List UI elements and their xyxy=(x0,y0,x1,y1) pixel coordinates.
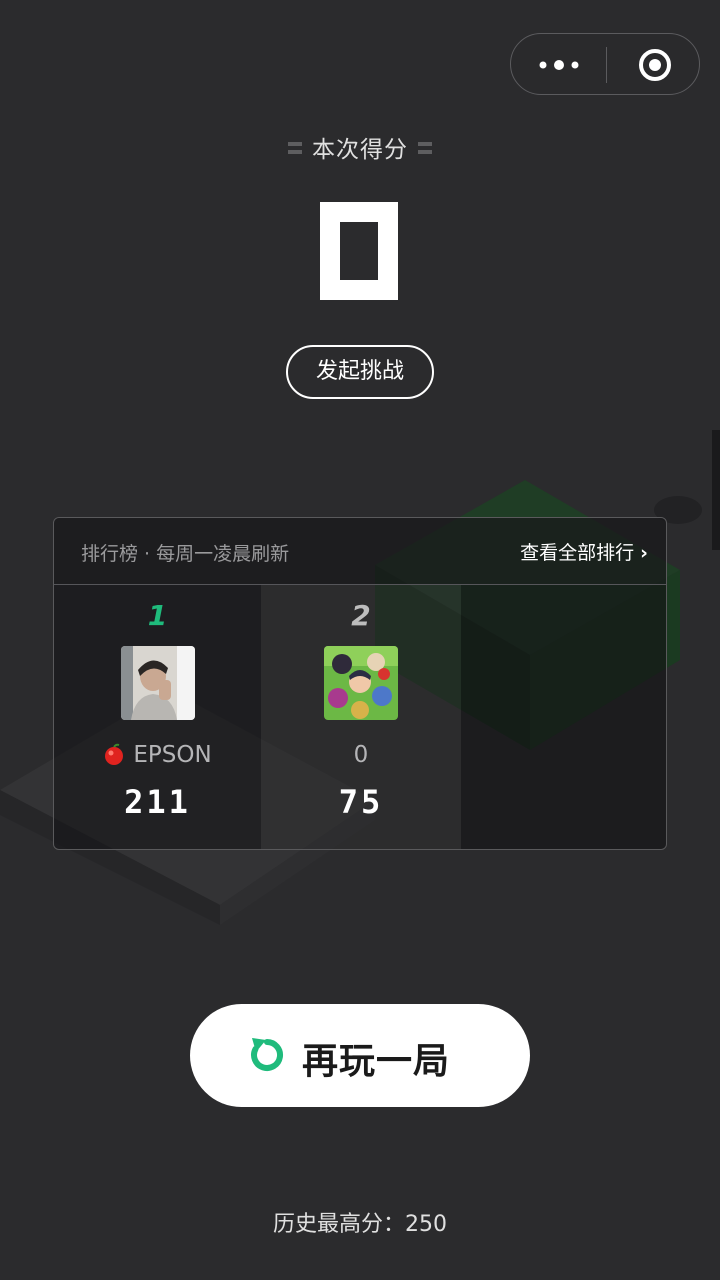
score-title: 本次得分 xyxy=(0,130,720,164)
leaderboard-entry[interactable]: 2 0 75 xyxy=(261,585,461,849)
entry-score: 211 xyxy=(124,783,191,821)
entry-name: EPSON xyxy=(54,742,261,768)
avatar xyxy=(120,646,195,720)
target-circle-icon[interactable] xyxy=(638,48,672,82)
apple-icon xyxy=(105,743,124,765)
more-dots-icon[interactable] xyxy=(539,56,579,74)
avatar xyxy=(324,646,398,720)
entry-rank: 2 xyxy=(351,599,371,632)
leaderboard-entry[interactable]: 1 EPSON 211 xyxy=(54,585,261,849)
view-all-label: 查看全部排行 xyxy=(520,542,635,564)
entry-rank: 1 xyxy=(147,599,168,632)
leaderboard-panel: 排行榜 · 每周一凌晨刷新 查看全部排行 › 1 EPSON 211 2 0 7… xyxy=(53,517,667,850)
mini-program-capsule xyxy=(510,33,700,95)
replay-label: 再玩一局 xyxy=(302,1041,451,1082)
leaderboard-title: 排行榜 · 每周一凌晨刷新 xyxy=(81,543,290,565)
view-all-rankings-link[interactable]: 查看全部排行 › xyxy=(520,538,648,565)
leaderboard-empty-slot xyxy=(461,585,666,849)
leaderboard-header: 排行榜 · 每周一凌晨刷新 查看全部排行 › xyxy=(54,518,666,585)
history-best-score: 历史最高分：250 xyxy=(273,1212,447,1237)
chevron-right-icon: › xyxy=(640,542,648,564)
challenge-button[interactable]: 发起挑战 xyxy=(286,345,434,399)
replay-button[interactable]: 再玩一局 xyxy=(190,1004,530,1107)
title-deco-right-icon xyxy=(418,141,432,154)
capsule-divider xyxy=(606,47,607,83)
replay-icon xyxy=(251,1038,284,1071)
entry-score: 75 xyxy=(338,783,384,821)
entry-name-text: EPSON xyxy=(133,742,212,768)
entry-name: 0 xyxy=(353,742,369,768)
current-score-digit xyxy=(320,202,398,300)
score-title-text: 本次得分 xyxy=(312,137,408,163)
title-deco-left-icon xyxy=(288,141,302,154)
